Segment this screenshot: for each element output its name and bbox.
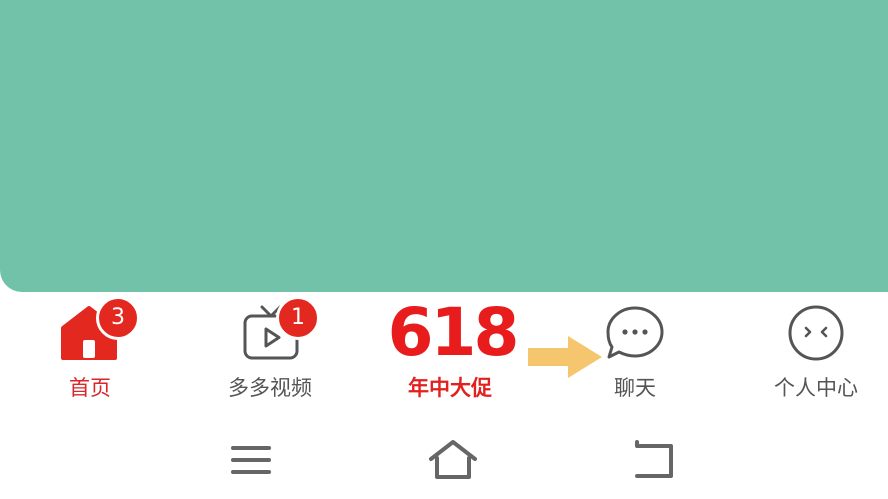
tab-video[interactable]: 1 多多视频 [200, 292, 340, 416]
tab-video-label: 多多视频 [228, 376, 312, 400]
tab-profile-label: 个人中心 [774, 376, 858, 400]
system-nav-bar [0, 416, 888, 499]
tab-home[interactable]: 3 首页 [20, 292, 160, 416]
banner-area [0, 0, 888, 292]
video-badge: 1 [276, 296, 320, 340]
home-badge: 3 [96, 296, 140, 340]
menu-icon[interactable] [221, 438, 281, 482]
tab-chat[interactable]: 聊天 [570, 292, 700, 416]
back-icon[interactable] [625, 438, 685, 482]
chat-bubble-icon [605, 304, 665, 362]
bottom-tab-bar: 3 首页 1 多多视频 年中大促 618 聊天 个人中心 [0, 292, 888, 416]
home-outline-icon[interactable] [423, 438, 483, 482]
promo-618-icon: 618 [387, 294, 520, 371]
tab-promo-label: 年中大促 [408, 376, 492, 400]
tab-chat-label: 聊天 [614, 376, 656, 400]
tab-home-label: 首页 [69, 376, 111, 400]
tab-profile[interactable]: 个人中心 [748, 292, 884, 416]
profile-face-icon [787, 304, 845, 362]
